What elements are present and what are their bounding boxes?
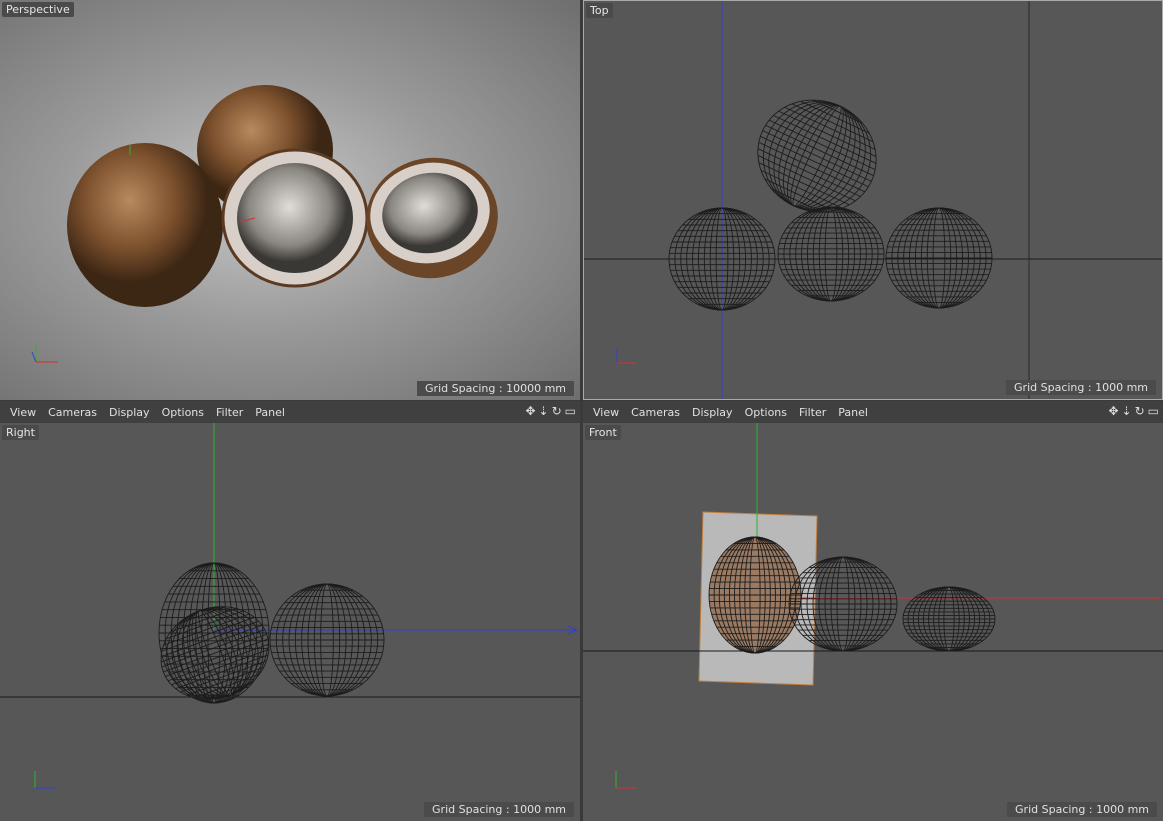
maximize-icon[interactable]: ▭: [565, 404, 576, 418]
menu-cameras[interactable]: Cameras: [48, 406, 97, 419]
viewport-label: Top: [586, 3, 613, 18]
front-scene: [583, 423, 1163, 789]
menu-options[interactable]: Options: [745, 406, 787, 419]
menu-options[interactable]: Options: [162, 406, 204, 419]
menu-panel[interactable]: Panel: [838, 406, 868, 419]
move-icon[interactable]: ✥: [1108, 404, 1118, 418]
perspective-scene: [31, 85, 498, 363]
wireframe-coconut: [269, 583, 385, 697]
menu-panel[interactable]: Panel: [255, 406, 285, 419]
menu-cameras[interactable]: Cameras: [631, 406, 680, 419]
right-viewport-menubar: View Cameras Display Options Filter Pane…: [0, 401, 580, 423]
grid-spacing: Grid Spacing : 1000 mm: [424, 802, 574, 817]
menu-view[interactable]: View: [593, 406, 619, 419]
rotate-icon[interactable]: ↻: [552, 404, 562, 418]
perspective-viewport[interactable]: Perspective Grid Spacing : 10000 mm: [0, 0, 580, 400]
zoom-icon[interactable]: ⇣: [1122, 404, 1132, 418]
menu-view[interactable]: View: [10, 406, 36, 419]
maximize-icon[interactable]: ▭: [1148, 404, 1159, 418]
grid-spacing: Grid Spacing : 1000 mm: [1006, 380, 1156, 395]
top-viewport[interactable]: Top Grid Spacing : 1000 mm: [583, 0, 1163, 400]
top-scene: [584, 1, 1162, 399]
axis-indicator: [31, 346, 58, 363]
menu-display[interactable]: Display: [109, 406, 150, 419]
right-viewport[interactable]: Right Grid Spacing : 1000 mm: [0, 423, 580, 821]
wireframe-coconut: [885, 207, 993, 309]
zoom-icon[interactable]: ⇣: [539, 404, 549, 418]
menu-filter[interactable]: Filter: [799, 406, 826, 419]
viewport-label: Perspective: [2, 2, 74, 17]
rotate-icon[interactable]: ↻: [1135, 404, 1145, 418]
wireframe-coconut: [902, 586, 996, 652]
menu-filter[interactable]: Filter: [216, 406, 243, 419]
grid-spacing: Grid Spacing : 1000 mm: [1007, 802, 1157, 817]
wireframe-coconut: [708, 536, 802, 654]
wireframe-coconut: [777, 206, 885, 302]
grid-spacing: Grid Spacing : 10000 mm: [417, 381, 574, 396]
move-icon[interactable]: ✥: [525, 404, 535, 418]
front-viewport-menubar: View Cameras Display Options Filter Pane…: [583, 401, 1163, 423]
viewport-label: Right: [2, 425, 39, 440]
front-viewport[interactable]: Front Grid Spacing : 1000 mm: [583, 423, 1163, 821]
coconut-left: [67, 143, 223, 307]
menu-display[interactable]: Display: [692, 406, 733, 419]
viewport-label: Front: [585, 425, 621, 440]
right-scene: [0, 423, 580, 789]
